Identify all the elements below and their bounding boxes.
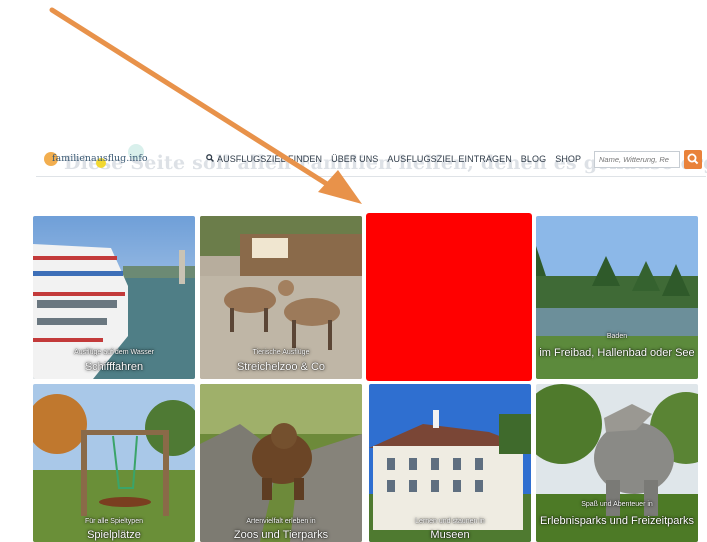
tile-subtitle: Für alle Spieltypen [85, 518, 143, 525]
nav-item-label: AUSFLUGSZIEL FINDEN [217, 154, 323, 164]
nav-item-label: BLOG [520, 154, 547, 164]
tile-museen[interactable]: Lernen und staunen in Museen [369, 384, 531, 542]
tile-zoos[interactable]: Artenvielfalt erleben in Zoos und Tierpa… [200, 384, 362, 542]
navbar-divider [36, 176, 706, 177]
highlight-tile[interactable] [366, 213, 532, 381]
tile-erlebnisparks[interactable]: Spaß und Abenteuer in Erlebnisparks und … [536, 384, 698, 542]
tile-subtitle: Baden [606, 333, 628, 340]
tile-subtitle: Lernen und staunen in [415, 518, 485, 525]
nav-item-label: AUSFLUGSZIEL EINTRAGEN [387, 154, 512, 164]
tile-title: Museen [430, 529, 470, 541]
tile-title: Streichelzoo & Co [236, 361, 326, 373]
tile-title: Schifffahren [84, 361, 144, 373]
search-icon [206, 154, 214, 164]
tile-streichelzoo[interactable]: Tierische Ausflüge Streichelzoo & Co [200, 216, 362, 379]
tile-title: Erlebnisparks und Freizeitparks [539, 515, 695, 527]
logo-text: familienausflug.info [52, 153, 148, 164]
tile-title: Spielplätze [87, 529, 141, 541]
tile-subtitle: Artenvielfalt erleben in [246, 518, 316, 525]
tile-subtitle: Tierische Ausflüge [252, 349, 310, 356]
nav-item-label: SHOP [555, 154, 582, 164]
nav-item-shop[interactable]: SHOP [555, 154, 581, 164]
navbar: familienausflug.info AUSFLUGSZIEL FINDEN… [34, 143, 707, 176]
tile-baden[interactable]: Baden im Freibad, Hallenbad oder See [536, 216, 698, 379]
search-button[interactable] [684, 150, 702, 169]
tile-spielplaetze[interactable]: Für alle Spieltypen Spielplätze [33, 384, 195, 542]
tile-title: im Freibad, Hallenbad oder See [539, 347, 695, 359]
nav-item-find[interactable]: AUSFLUGSZIEL FINDEN [206, 154, 322, 164]
search-icon [687, 153, 699, 165]
nav-menu: AUSFLUGSZIEL FINDEN ÜBER UNS AUSFLUGSZIE… [206, 154, 590, 164]
nav-item-blog[interactable]: BLOG [521, 154, 546, 164]
tile-title: Zoos und Tierparks [233, 529, 329, 541]
tile-schifffahren[interactable]: Ausflüge auf dem Wasser Schifffahren [33, 216, 195, 379]
search-input[interactable] [594, 151, 680, 168]
nav-item-label: ÜBER UNS [331, 154, 379, 164]
tile-subtitle: Spaß und Abenteuer in [581, 501, 653, 508]
nav-item-about[interactable]: ÜBER UNS [331, 154, 378, 164]
tile-subtitle: Ausflüge auf dem Wasser [74, 349, 154, 356]
nav-item-submit[interactable]: AUSFLUGSZIEL EINTRAGEN [387, 154, 511, 164]
